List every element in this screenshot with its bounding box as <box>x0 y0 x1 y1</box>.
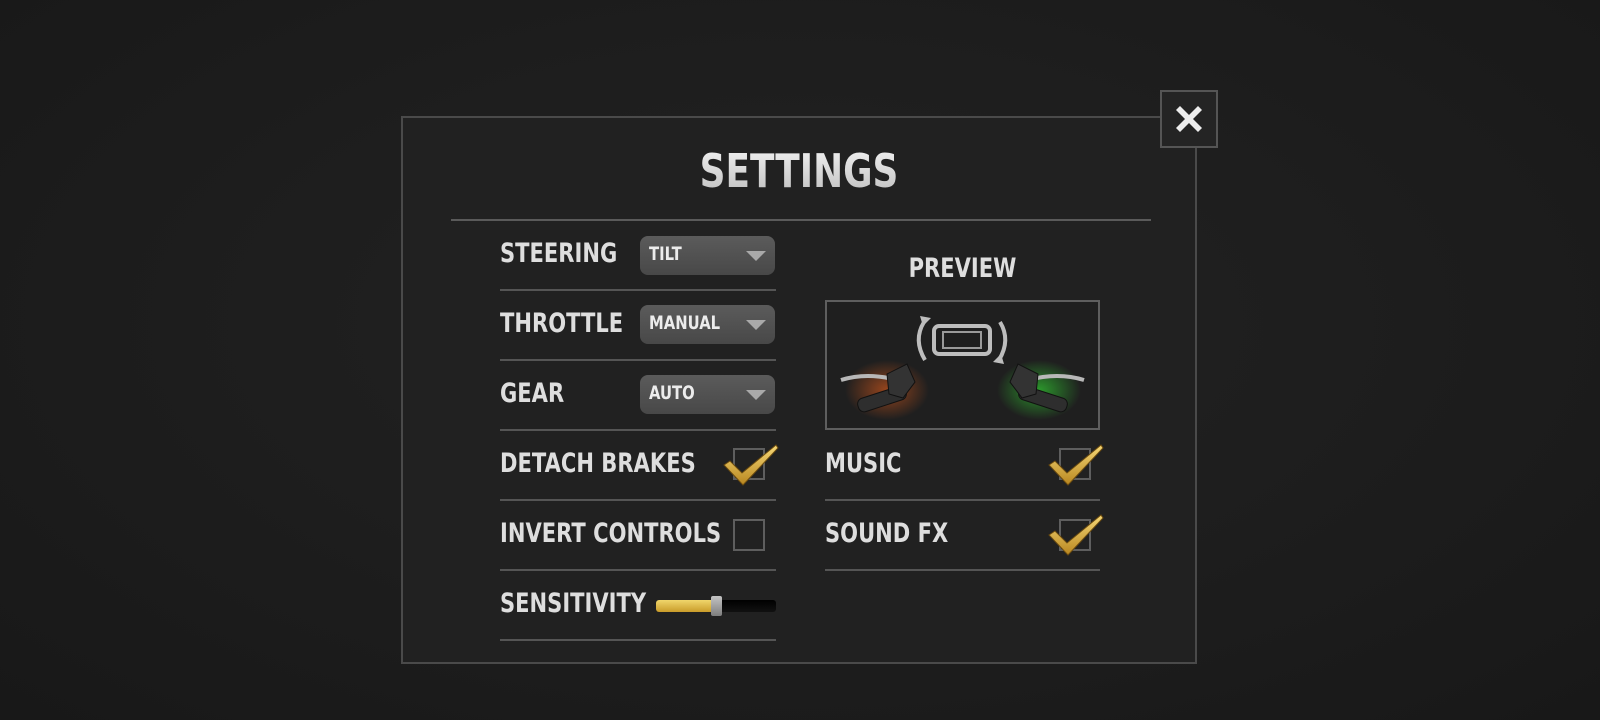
detach-brakes-checkbox[interactable] <box>733 448 765 480</box>
close-button[interactable] <box>1160 90 1218 148</box>
invert-controls-label: INVERT CONTROLS <box>500 518 722 549</box>
chevron-down-icon <box>746 251 766 261</box>
throttle-label: THROTTLE <box>500 308 624 339</box>
slider-fill <box>656 600 716 612</box>
gear-dropdown[interactable]: AUTO <box>640 375 775 414</box>
music-label: MUSIC <box>825 448 902 479</box>
throttle-value: MANUAL <box>649 312 721 334</box>
row-divider <box>825 569 1100 571</box>
title-divider <box>451 219 1151 221</box>
brake-lever-icon <box>840 360 929 420</box>
row-divider <box>500 499 776 501</box>
music-checkbox[interactable] <box>1059 448 1091 480</box>
row-divider <box>825 499 1100 501</box>
slider-thumb[interactable] <box>711 596 722 616</box>
chevron-down-icon <box>746 320 766 330</box>
settings-screen: SETTINGS STEERING TILT THROTTLE MANUAL G… <box>0 0 1600 720</box>
row-divider <box>500 569 776 571</box>
row-divider <box>500 429 776 431</box>
sound-fx-checkbox[interactable] <box>1059 519 1091 551</box>
tilt-phone-icon <box>916 316 1008 364</box>
close-x-icon <box>1176 106 1202 132</box>
invert-controls-checkbox[interactable] <box>733 519 765 551</box>
steering-label: STEERING <box>500 238 618 269</box>
row-divider <box>500 359 776 361</box>
throttle-lever-icon <box>997 360 1085 420</box>
settings-title: SETTINGS <box>490 144 1108 198</box>
row-divider <box>500 639 776 641</box>
detach-brakes-label: DETACH BRAKES <box>500 448 696 479</box>
gear-value: AUTO <box>649 382 695 404</box>
preview-illustration <box>840 316 1085 420</box>
sensitivity-label: SENSITIVITY <box>500 588 647 619</box>
sound-fx-label: SOUND FX <box>825 518 949 549</box>
sensitivity-slider[interactable] <box>656 596 776 616</box>
preview-box <box>825 300 1100 430</box>
chevron-down-icon <box>746 390 766 400</box>
throttle-dropdown[interactable]: MANUAL <box>640 305 775 344</box>
steering-dropdown[interactable]: TILT <box>640 236 775 275</box>
preview-label: PREVIEW <box>908 253 1017 284</box>
steering-value: TILT <box>649 243 682 265</box>
gear-label: GEAR <box>500 378 565 409</box>
row-divider <box>500 289 776 291</box>
